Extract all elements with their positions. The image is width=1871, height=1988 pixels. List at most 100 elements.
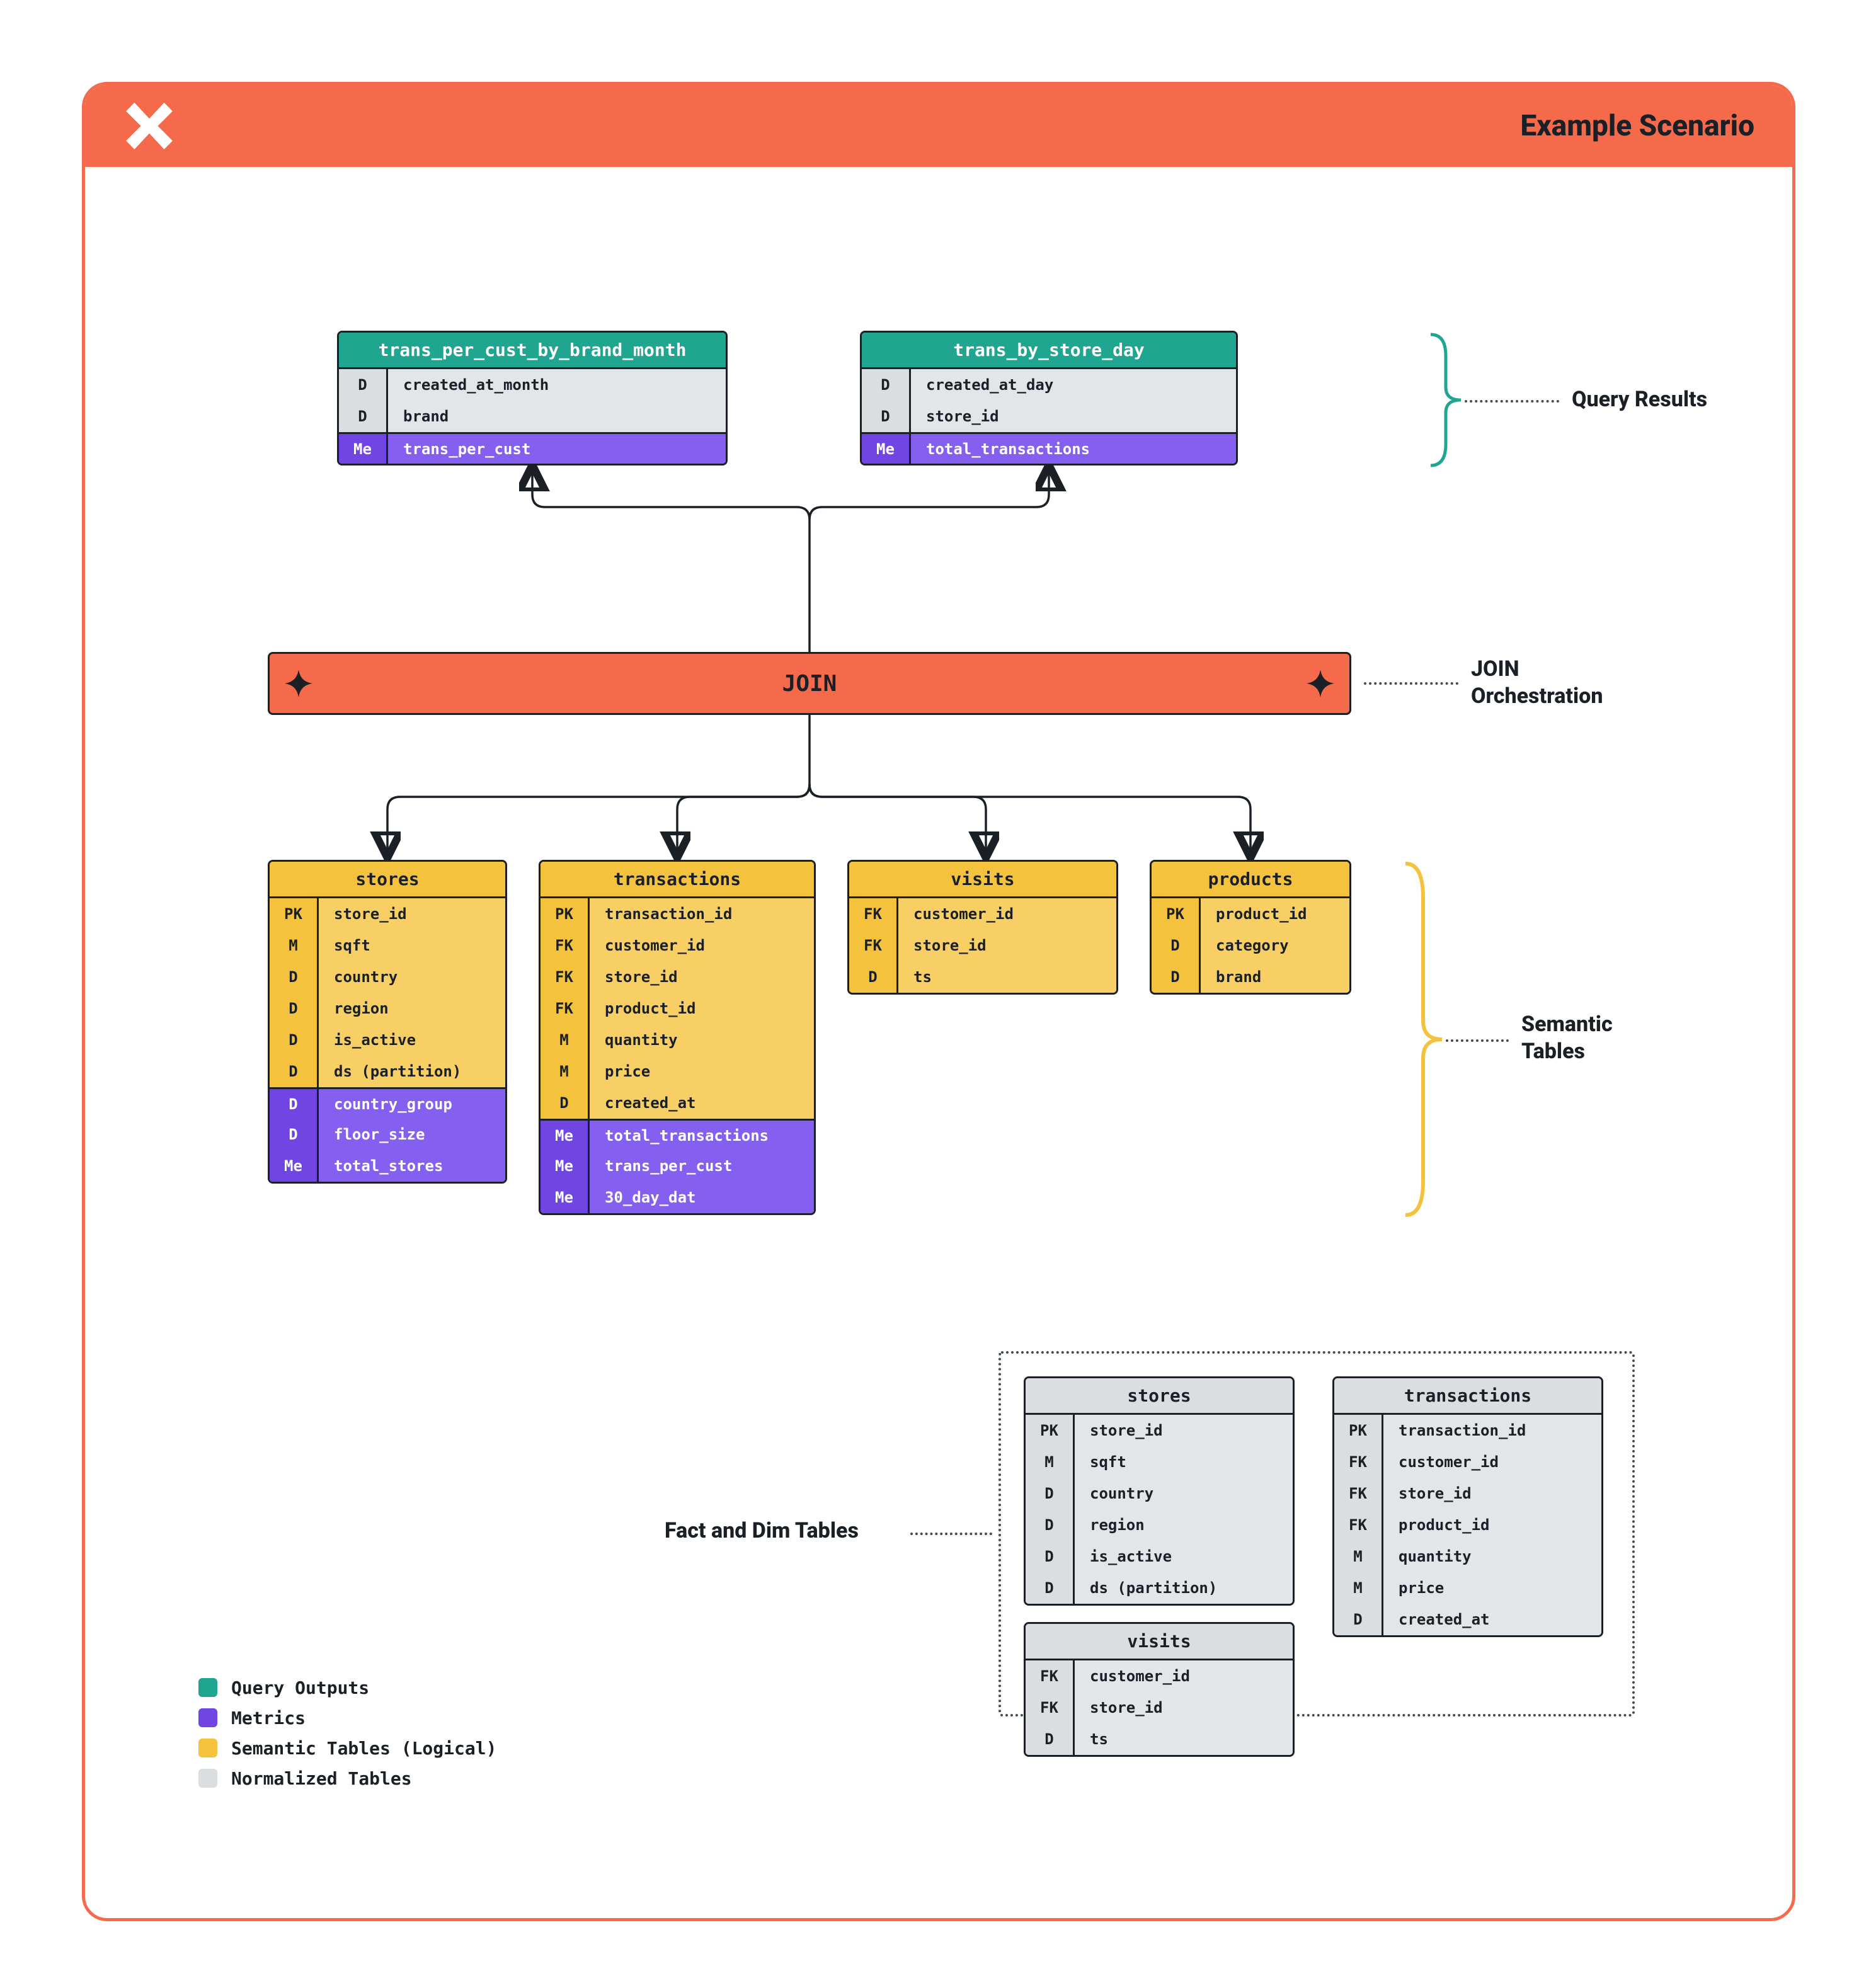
table-row: Dregion [1026, 1509, 1293, 1541]
column-name: customer_id [1075, 1660, 1293, 1692]
column-type-tag: FK [541, 961, 590, 993]
sparkle-icon [1307, 670, 1334, 697]
table-row: Me30_day_dat [541, 1182, 814, 1213]
table-row: Metrans_per_cust [541, 1150, 814, 1182]
annotation-join: JOIN Orchestration [1471, 656, 1603, 709]
column-type-tag: D [1026, 1509, 1075, 1541]
column-name: store_id [1075, 1692, 1293, 1723]
column-name: created_at [590, 1087, 814, 1119]
column-type-tag: Me [862, 434, 911, 464]
column-name: store_id [911, 401, 1236, 432]
table-header: trans_per_cust_by_brand_month [339, 333, 726, 369]
leader-dots [910, 1533, 992, 1535]
table-header: transactions [541, 862, 814, 898]
column-name: ds (partition) [319, 1056, 505, 1087]
table-row: FKstore_id [1026, 1692, 1293, 1723]
column-name: price [590, 1056, 814, 1087]
column-name: brand [1201, 961, 1349, 993]
table-row: Dcreated_at [541, 1087, 814, 1119]
table-row: Mprice [1334, 1572, 1601, 1604]
column-type-tag: D [1026, 1723, 1075, 1755]
column-name: price [1383, 1572, 1601, 1604]
column-name: 30_day_dat [590, 1182, 814, 1213]
column-name: sqft [1075, 1446, 1293, 1478]
table-row: Mprice [541, 1056, 814, 1087]
table-row: Dts [849, 961, 1116, 993]
column-name: customer_id [590, 930, 814, 961]
table-row: FKcustomer_id [1334, 1446, 1601, 1478]
column-type-tag: D [862, 369, 911, 401]
column-name: created_at_month [388, 369, 726, 401]
column-name: category [1201, 930, 1349, 961]
column-name: transaction_id [1383, 1415, 1601, 1446]
column-name: ds (partition) [1075, 1572, 1293, 1604]
table-row: Dbrand [1152, 961, 1349, 993]
leader-dots [1364, 682, 1458, 685]
column-name: product_id [1201, 898, 1349, 930]
column-type-tag: FK [541, 993, 590, 1024]
legend-swatch [198, 1769, 217, 1788]
table-row: PKstore_id [1026, 1415, 1293, 1446]
column-type-tag: FK [1026, 1660, 1075, 1692]
column-type-tag: D [270, 1024, 319, 1056]
table-row: Dfloor_size [270, 1119, 505, 1150]
table-row: Metotal_transactions [862, 432, 1236, 464]
column-type-tag: D [270, 1119, 319, 1150]
annotation-query-results: Query Results [1572, 386, 1707, 413]
table-header: stores [1026, 1378, 1293, 1415]
legend-item: Query Outputs [198, 1672, 496, 1703]
column-name: customer_id [898, 898, 1116, 930]
column-name: total_transactions [911, 434, 1236, 464]
column-type-tag: D [1026, 1541, 1075, 1572]
column-type-tag: PK [1152, 898, 1201, 930]
table-row: FKcustomer_id [541, 930, 814, 961]
column-name: trans_per_cust [388, 434, 726, 464]
table-row: Dcreated_at_day [862, 369, 1236, 401]
norm-table-stores: storesPKstore_idMsqftDcountryDregionDis_… [1024, 1376, 1295, 1606]
column-type-tag: FK [1334, 1446, 1383, 1478]
column-type-tag: FK [849, 898, 898, 930]
legend: Query Outputs Metrics Semantic Tables (L… [198, 1672, 496, 1793]
column-type-tag: D [862, 401, 911, 432]
column-name: quantity [1383, 1541, 1601, 1572]
column-type-tag: PK [270, 898, 319, 930]
column-type-tag: D [541, 1087, 590, 1119]
panel-title: Example Scenario [1520, 109, 1754, 143]
column-name: ts [1075, 1723, 1293, 1755]
column-type-tag: FK [849, 930, 898, 961]
table-row: FKstore_id [541, 961, 814, 993]
semantic-table-transactions: transactionsPKtransaction_idFKcustomer_i… [539, 860, 816, 1215]
table-row: Dbrand [339, 401, 726, 432]
table-row: Metotal_transactions [541, 1119, 814, 1150]
column-type-tag: Me [541, 1182, 590, 1213]
column-name: ts [898, 961, 1116, 993]
column-type-tag: M [541, 1024, 590, 1056]
table-row: Dcreated_at [1334, 1604, 1601, 1635]
column-type-tag: PK [541, 898, 590, 930]
legend-item: Semantic Tables (Logical) [198, 1733, 496, 1763]
column-type-tag: D [1334, 1604, 1383, 1635]
semantic-table-stores: storesPKstore_idMsqftDcountryDregionDis_… [268, 860, 507, 1184]
table-row: Mquantity [541, 1024, 814, 1056]
column-type-tag: FK [1334, 1478, 1383, 1509]
legend-swatch [198, 1678, 217, 1697]
table-row: Dis_active [1026, 1541, 1293, 1572]
norm-table-transactions: transactionsPKtransaction_idFKcustomer_i… [1332, 1376, 1603, 1637]
semantic-table-products: productsPKproduct_idDcategoryDbrand [1150, 860, 1351, 995]
column-name: store_id [1383, 1478, 1601, 1509]
column-name: created_at_day [911, 369, 1236, 401]
table-header: stores [270, 862, 505, 898]
column-type-tag: Me [270, 1150, 319, 1182]
column-name: is_active [319, 1024, 505, 1056]
column-name: region [1075, 1509, 1293, 1541]
column-type-tag: M [1334, 1572, 1383, 1604]
table-row: FKstore_id [849, 930, 1116, 961]
column-name: store_id [319, 898, 505, 930]
column-type-tag: Me [339, 434, 388, 464]
table-row: Metrans_per_cust [339, 432, 726, 464]
legend-swatch [198, 1739, 217, 1757]
column-name: customer_id [1383, 1446, 1601, 1478]
table-header: products [1152, 862, 1349, 898]
table-row: PKtransaction_id [1334, 1415, 1601, 1446]
legend-item: Normalized Tables [198, 1763, 496, 1793]
